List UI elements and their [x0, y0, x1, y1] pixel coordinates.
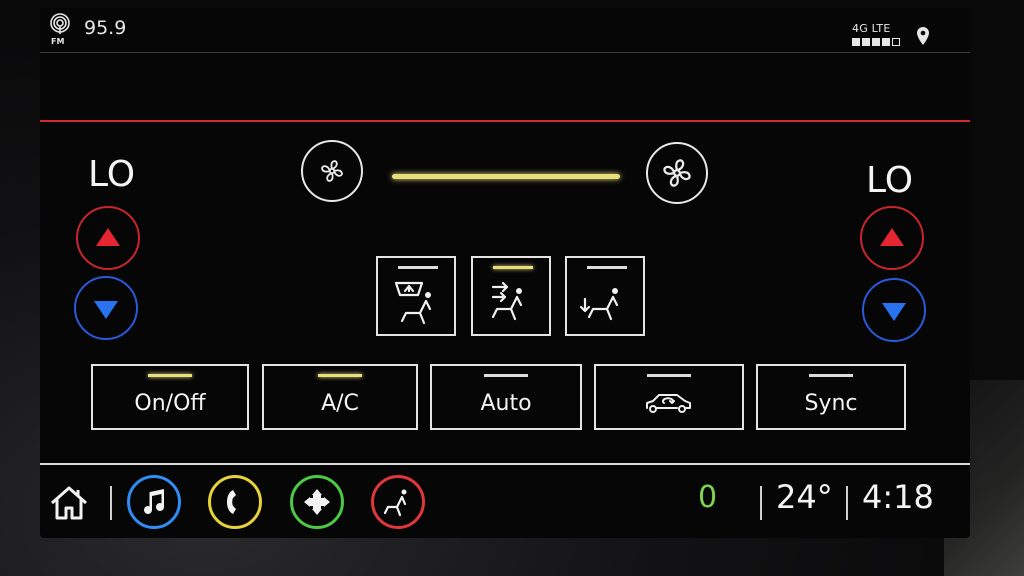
face-vent-seat-icon [491, 281, 523, 321]
navigation-app-button[interactable] [290, 475, 344, 529]
ac-label: A/C [321, 390, 359, 416]
notification-count[interactable]: 0 [698, 480, 717, 515]
recirculation-car-icon [646, 394, 691, 413]
nav-separator [846, 486, 848, 520]
sync-button[interactable]: Sync [756, 364, 906, 430]
ac-indicator [318, 374, 362, 377]
signal-strength-icon [852, 38, 900, 46]
climate-seat-icon [384, 489, 407, 517]
passenger-temp-down-button[interactable] [862, 278, 926, 342]
nav-separator [760, 486, 762, 520]
clock: 4:18 [862, 478, 934, 516]
navigation-icon [304, 489, 330, 515]
infotainment-screen: FM 95.9 4G LTE LO LO On/Off A/C Auto Syn… [40, 8, 970, 538]
mode-indicator [587, 266, 627, 269]
arrow-down-icon [882, 302, 906, 321]
music-note-icon [144, 489, 165, 515]
audio-app-button[interactable] [127, 475, 181, 529]
face-mode-button[interactable] [471, 256, 551, 336]
radio-band-label: FM [51, 37, 64, 46]
nav-separator [110, 486, 112, 520]
arrow-down-icon [94, 300, 118, 319]
defrost-seat-icon [394, 281, 432, 325]
onoff-label: On/Off [134, 390, 206, 416]
recirculation-indicator [647, 374, 691, 377]
ac-button[interactable]: A/C [262, 364, 418, 430]
phone-app-button[interactable] [208, 475, 262, 529]
fan-speed-bar[interactable] [392, 174, 620, 179]
fan-decrease-button[interactable] [301, 140, 363, 202]
arrow-up-icon [96, 227, 120, 246]
status-divider [40, 52, 970, 53]
passenger-temp: LO [866, 160, 914, 201]
auto-button[interactable]: Auto [430, 364, 582, 430]
sync-indicator [809, 374, 853, 377]
driver-temp-down-button[interactable] [74, 276, 138, 340]
climate-divider [40, 120, 970, 122]
sync-label: Sync [804, 390, 858, 416]
mode-indicator-active [493, 266, 533, 269]
feet-mode-button[interactable] [565, 256, 645, 336]
fan-low-icon [321, 160, 343, 182]
auto-indicator [484, 374, 528, 377]
status-bar: FM 95.9 4G LTE [40, 8, 970, 52]
auto-label: Auto [480, 390, 532, 416]
mode-indicator [398, 266, 438, 269]
station-frequency[interactable]: 95.9 [84, 17, 126, 39]
fm-radio-icon[interactable]: FM [48, 12, 76, 46]
passenger-temp-up-button[interactable] [860, 206, 924, 270]
arrow-up-icon [880, 227, 904, 246]
fan-increase-button[interactable] [646, 142, 708, 204]
nav-divider [40, 463, 970, 465]
driver-temp: LO [88, 154, 136, 195]
onoff-button[interactable]: On/Off [91, 364, 249, 430]
location-pin-icon [917, 27, 929, 45]
onoff-indicator [148, 374, 192, 377]
feet-vent-seat-icon [579, 288, 619, 321]
recirculation-button[interactable] [594, 364, 744, 430]
climate-app-button[interactable] [371, 475, 425, 529]
outside-temperature: 24° [776, 478, 833, 516]
network-type: 4G LTE [852, 22, 891, 35]
fan-high-icon [663, 159, 691, 187]
phone-icon [227, 490, 236, 514]
driver-temp-up-button[interactable] [76, 206, 140, 270]
defrost-mode-button[interactable] [376, 256, 456, 336]
home-icon[interactable] [48, 483, 90, 523]
